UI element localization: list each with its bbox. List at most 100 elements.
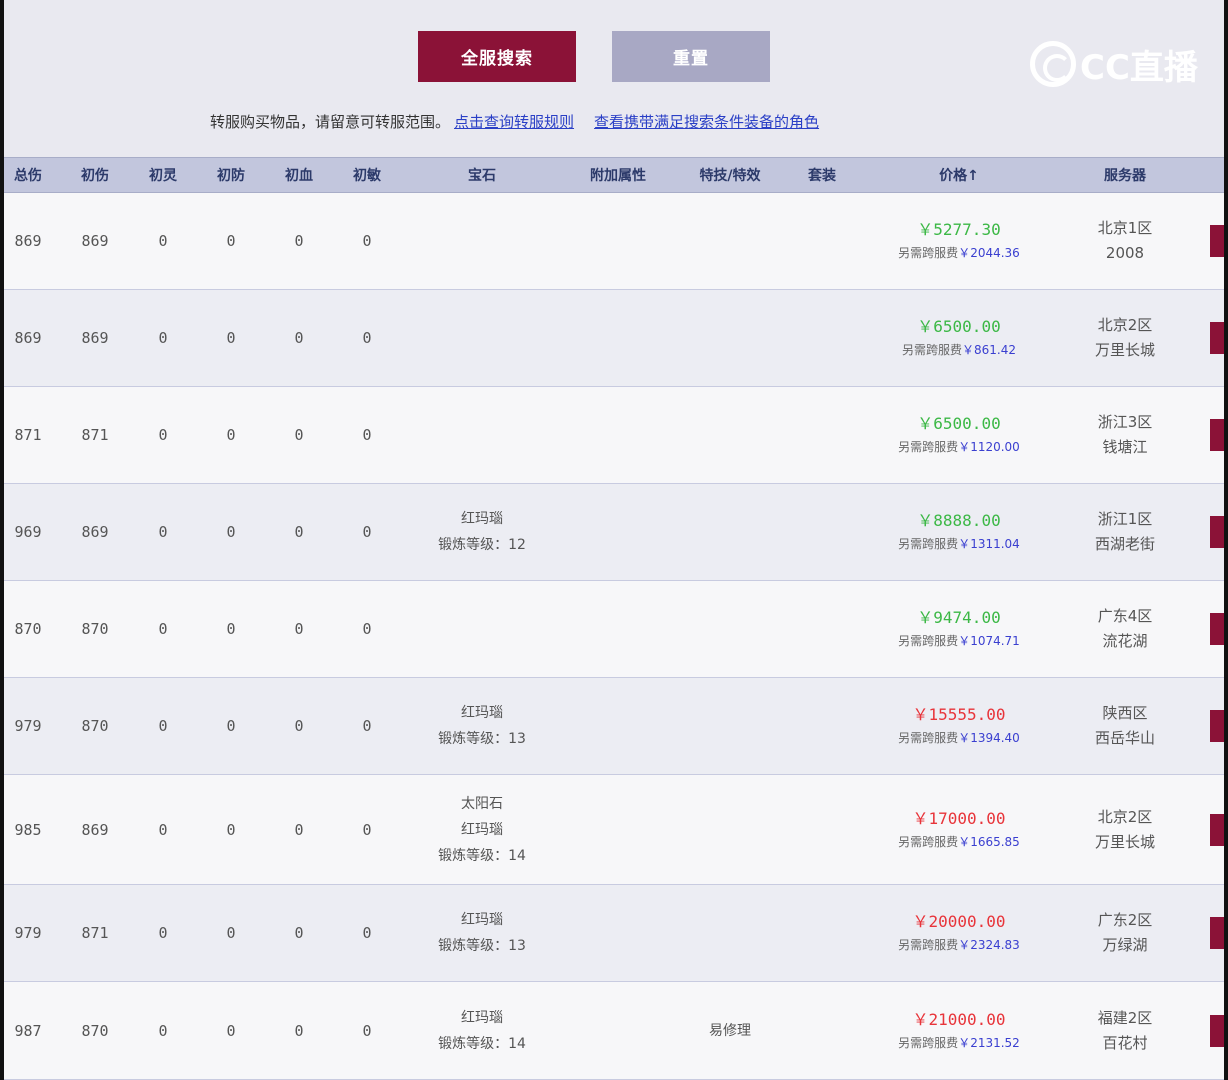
price-value: ￥6500.00 (917, 414, 1001, 433)
init-defense-cell: 0 (226, 1021, 236, 1040)
table-row[interactable]: 869 869 0 0 0 0 ￥6500.00 另需跨服费￥861.42 北京2区 万里长城 (4, 290, 1224, 387)
init-damage-cell: 869 (81, 820, 109, 839)
server-cell: 北京2区 万里长城 (1095, 290, 1155, 386)
server-name: 百花村 (1102, 1033, 1148, 1052)
init-defense-cell: 0 (226, 820, 236, 839)
table-row[interactable]: 871 871 0 0 0 0 ￥6500.00 另需跨服费￥1120.00 浙江3区 钱塘江 (4, 387, 1224, 484)
init-defense-cell: 0 (226, 924, 236, 942)
row-action-button[interactable] (1210, 516, 1224, 548)
row-action-button[interactable] (1210, 613, 1224, 645)
gem-line: 锻炼等级：13 (438, 731, 526, 747)
table-row[interactable]: 987 870 0 0 0 0 红玛瑙 锻炼等级：14 易修理 ￥21000.00 另需跨服费￥21… (4, 982, 1224, 1080)
init-hp-cell: 0 (294, 717, 304, 735)
transfer-rules-link[interactable]: 点击查询转服规则 (454, 113, 574, 131)
transfer-fee-label: 另需跨服费 (898, 834, 959, 849)
header-init-hp: 初血 (285, 168, 313, 184)
server-cell: 浙江1区 西湖老街 (1095, 484, 1155, 580)
server-cell: 广东4区 流花湖 (1098, 581, 1153, 677)
transfer-fee-value: ￥1394.40 (958, 731, 1020, 745)
table-row[interactable]: 870 870 0 0 0 0 ￥9474.00 另需跨服费￥1074.71 广东4区 流花湖 (4, 581, 1224, 678)
server-region: 陕西区 (1102, 704, 1148, 722)
watermark-text: CC直播 (1080, 47, 1198, 88)
table-row[interactable]: 979 870 0 0 0 0 红玛瑙 锻炼等级：13 ￥15555.00 另需跨服费￥1394.… (4, 678, 1224, 775)
transfer-fee: 另需跨服费￥1665.85 (898, 831, 1020, 853)
table-row[interactable]: 979 871 0 0 0 0 红玛瑙 锻炼等级：13 ￥20000.00 另需跨服费￥2324.… (4, 885, 1224, 982)
total-damage-cell: 979 (14, 717, 42, 735)
server-cell: 浙江3区 钱塘江 (1098, 387, 1153, 483)
transfer-fee: 另需跨服费￥1394.40 (898, 727, 1020, 749)
price-cell: ￥6500.00 另需跨服费￥861.42 (902, 290, 1016, 386)
transfer-fee-label: 另需跨服费 (901, 343, 963, 357)
init-agility-cell: 0 (362, 717, 372, 735)
table-row[interactable]: 985 869 0 0 0 0 太阳石 红玛瑙 锻炼等级：14 ￥17000.00 另需跨服费￥16… (4, 775, 1224, 885)
transfer-fee-label: 另需跨服费 (898, 731, 959, 745)
price-value: ￥5277.30 (917, 220, 1001, 239)
gem-line: 太阳石 (460, 795, 503, 812)
skill-text: 易修理 (709, 1022, 751, 1039)
total-damage-cell: 987 (14, 1021, 42, 1040)
table-row[interactable]: 869 869 0 0 0 0 ￥5277.30 另需跨服费￥2044.36 北京1区 2008 (4, 193, 1224, 290)
init-hp-cell: 0 (294, 523, 304, 541)
gem-line: 红玛瑙 (460, 1009, 503, 1026)
init-spirit-cell: 0 (158, 232, 168, 250)
table-row[interactable]: 969 869 0 0 0 0 红玛瑙 锻炼等级：12 ￥8888.00 另需跨服费￥1311.0… (4, 484, 1224, 581)
init-agility-cell: 0 (362, 820, 372, 839)
init-spirit-cell: 0 (158, 426, 168, 444)
gem-cell: 红玛瑙 锻炼等级：13 (438, 678, 526, 774)
gem-line: 锻炼等级：13 (438, 938, 526, 954)
init-defense-cell: 0 (226, 717, 236, 735)
init-hp-cell: 0 (294, 820, 304, 839)
price-value: ￥9474.00 (917, 608, 1001, 627)
init-agility-cell: 0 (362, 924, 372, 942)
reset-button[interactable]: 重置 (612, 31, 770, 82)
price-value: ￥6500.00 (917, 317, 1001, 336)
gem-line: 红玛瑙 (460, 821, 503, 838)
transfer-fee-label: 另需跨服费 (898, 938, 959, 952)
row-action-button[interactable] (1210, 419, 1224, 451)
row-action-button[interactable] (1210, 322, 1224, 354)
init-defense-cell: 0 (226, 329, 236, 347)
header-price-sort[interactable]: 价格↑ (939, 158, 979, 194)
transfer-fee: 另需跨服费￥1120.00 (898, 436, 1020, 458)
init-damage-cell: 871 (81, 426, 109, 444)
transfer-fee-value: ￥1120.00 (958, 440, 1020, 454)
init-hp-cell: 0 (294, 329, 304, 347)
row-action-button[interactable] (1210, 813, 1224, 846)
init-spirit-cell: 0 (158, 717, 168, 735)
row-action-button[interactable] (1210, 710, 1224, 742)
price-cell: ￥21000.00 另需跨服费￥2131.52 (898, 982, 1020, 1079)
price-cell: ￥8888.00 另需跨服费￥1311.04 (898, 484, 1020, 580)
price-value: ￥17000.00 (912, 808, 1006, 828)
server-cell: 广东2区 万绿湖 (1098, 885, 1153, 981)
init-agility-cell: 0 (362, 523, 372, 541)
init-defense-cell: 0 (226, 523, 236, 541)
header-init-agility: 初敏 (353, 168, 381, 184)
init-hp-cell: 0 (294, 426, 304, 444)
init-defense-cell: 0 (226, 620, 236, 638)
total-damage-cell: 969 (14, 523, 42, 541)
price-value: ￥20000.00 (912, 912, 1006, 931)
transfer-fee: 另需跨服费￥1074.71 (898, 630, 1020, 652)
server-region: 北京2区 (1097, 316, 1153, 334)
row-action-button[interactable] (1210, 1014, 1224, 1047)
global-search-button[interactable]: 全服搜索 (418, 31, 576, 82)
init-spirit-cell: 0 (158, 523, 168, 541)
row-action-button[interactable] (1210, 225, 1224, 257)
transfer-fee-label: 另需跨服费 (898, 537, 959, 551)
screen-edge-right (1224, 0, 1228, 1080)
server-region: 北京2区 (1097, 807, 1153, 826)
cc-logo-icon (1030, 41, 1076, 87)
price-value: ￥8888.00 (917, 511, 1001, 530)
transfer-fee-value: ￥1665.85 (958, 834, 1020, 849)
gem-line: 锻炼等级：14 (438, 847, 526, 864)
transfer-fee-label: 另需跨服费 (898, 440, 959, 454)
init-hp-cell: 0 (294, 232, 304, 250)
init-hp-cell: 0 (294, 620, 304, 638)
init-damage-cell: 871 (81, 924, 109, 942)
matching-roles-link[interactable]: 查看携带满足搜索条件装备的角色 (594, 113, 819, 131)
init-spirit-cell: 0 (158, 620, 168, 638)
gem-cell: 红玛瑙 锻炼等级：14 (438, 982, 526, 1079)
server-region: 浙江3区 (1097, 413, 1153, 431)
init-agility-cell: 0 (362, 620, 372, 638)
row-action-button[interactable] (1210, 917, 1224, 949)
